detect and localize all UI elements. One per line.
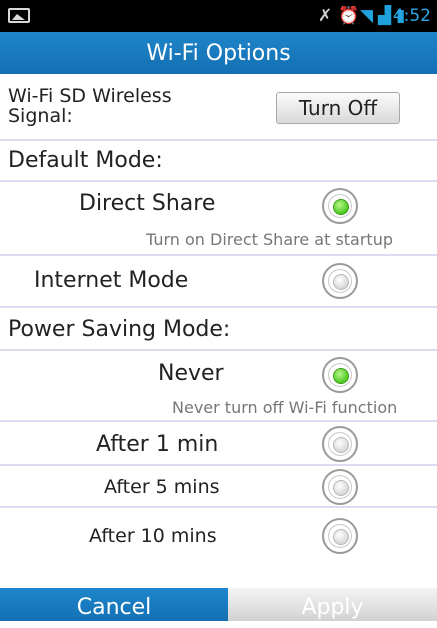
option-label: After 5 mins	[104, 476, 220, 498]
power-saving-header: Power Saving Mode:	[0, 308, 437, 351]
option-description: Turn on Direct Share at startup	[146, 230, 393, 249]
radio-dot	[333, 480, 349, 496]
after-1-min-radio[interactable]	[322, 426, 358, 462]
wifi-icon: ◥	[360, 6, 374, 26]
option-label: After 1 min	[96, 432, 219, 457]
radio-selected-dot	[333, 199, 349, 215]
power-saving-heading: Power Saving Mode:	[8, 317, 231, 342]
internet-mode-radio[interactable]	[322, 263, 358, 299]
status-time: 4:52	[392, 6, 431, 26]
option-label: After 10 mins	[89, 525, 217, 547]
image-icon	[8, 8, 30, 23]
turn-off-button[interactable]: Turn Off	[276, 92, 400, 124]
radio-selected-dot	[333, 368, 349, 384]
default-mode-heading: Default Mode:	[8, 148, 163, 173]
option-never[interactable]: Never Never turn off Wi-Fi function	[0, 351, 437, 422]
radio-dot	[333, 529, 349, 545]
cancel-button[interactable]: Cancel	[0, 588, 228, 621]
option-label: Internet Mode	[34, 268, 189, 293]
default-mode-header: Default Mode:	[0, 141, 437, 182]
option-after-5-mins[interactable]: After 5 mins	[0, 466, 437, 508]
page-title: Wi-Fi Options	[0, 32, 437, 74]
option-internet-mode[interactable]: Internet Mode	[0, 256, 437, 308]
option-description: Never turn off Wi-Fi function	[172, 398, 398, 417]
option-after-10-mins[interactable]: After 10 mins	[0, 508, 437, 576]
alarm-icon: ⏰	[338, 6, 360, 26]
radio-dot	[333, 274, 349, 290]
mute-icon: ✗	[318, 6, 333, 26]
option-direct-share[interactable]: Direct Share Turn on Direct Share at sta…	[0, 182, 437, 256]
footer-buttons: Cancel Apply	[0, 588, 437, 621]
wireless-signal-label: Wi-Fi SD Wireless Signal:	[8, 85, 172, 127]
option-after-1-min[interactable]: After 1 min	[0, 422, 437, 466]
option-label: Direct Share	[79, 191, 216, 216]
signal-icon: ▟	[378, 6, 392, 26]
apply-button[interactable]: Apply	[228, 588, 437, 621]
after-10-mins-radio[interactable]	[322, 518, 358, 554]
option-label: Never	[158, 361, 224, 386]
never-radio[interactable]	[322, 357, 358, 393]
after-5-mins-radio[interactable]	[322, 469, 358, 505]
status-bar: ✗ ⏰ ◥ ▟ ▮ 4:52	[0, 0, 437, 32]
radio-dot	[333, 437, 349, 453]
direct-share-radio[interactable]	[322, 188, 358, 224]
